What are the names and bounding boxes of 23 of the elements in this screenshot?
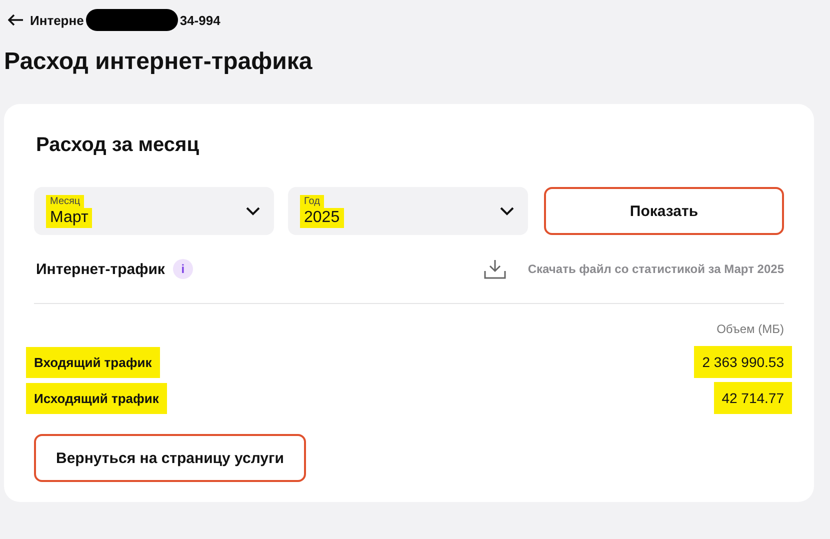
page-title: Расход интернет-трафика — [4, 48, 314, 76]
field-value: Март — [46, 208, 92, 228]
return-button[interactable]: Вернуться на страницу услуги — [34, 434, 306, 482]
field-value: 2025 — [300, 208, 344, 228]
traffic-value: 42 714.77 — [714, 382, 792, 414]
download-icon[interactable] — [484, 259, 506, 279]
traffic-value: 2 363 990.53 — [694, 346, 792, 378]
card-heading: Расход за месяц — [36, 134, 200, 157]
chevron-down-icon — [500, 206, 514, 216]
show-button[interactable]: Показать — [544, 187, 784, 235]
back-link[interactable]: Интерне — [30, 12, 84, 28]
traffic-label: Исходящий трафик — [26, 382, 167, 414]
info-badge[interactable]: i — [172, 259, 193, 279]
chevron-down-icon — [246, 206, 260, 216]
field-label: Год — [300, 194, 324, 208]
section-title: Интернет-трафик — [36, 260, 165, 278]
dropdown-field[interactable]: Год 2025 — [288, 187, 528, 235]
traffic-label: Входящий трафик — [26, 346, 160, 378]
dropdown-field[interactable]: Месяц Март — [34, 187, 274, 235]
column-header: Объем (МБ) — [716, 322, 784, 336]
back-link[interactable]: 34-994 — [180, 12, 220, 28]
back-arrow-icon[interactable] — [8, 14, 24, 26]
field-label: Месяц — [46, 194, 84, 208]
